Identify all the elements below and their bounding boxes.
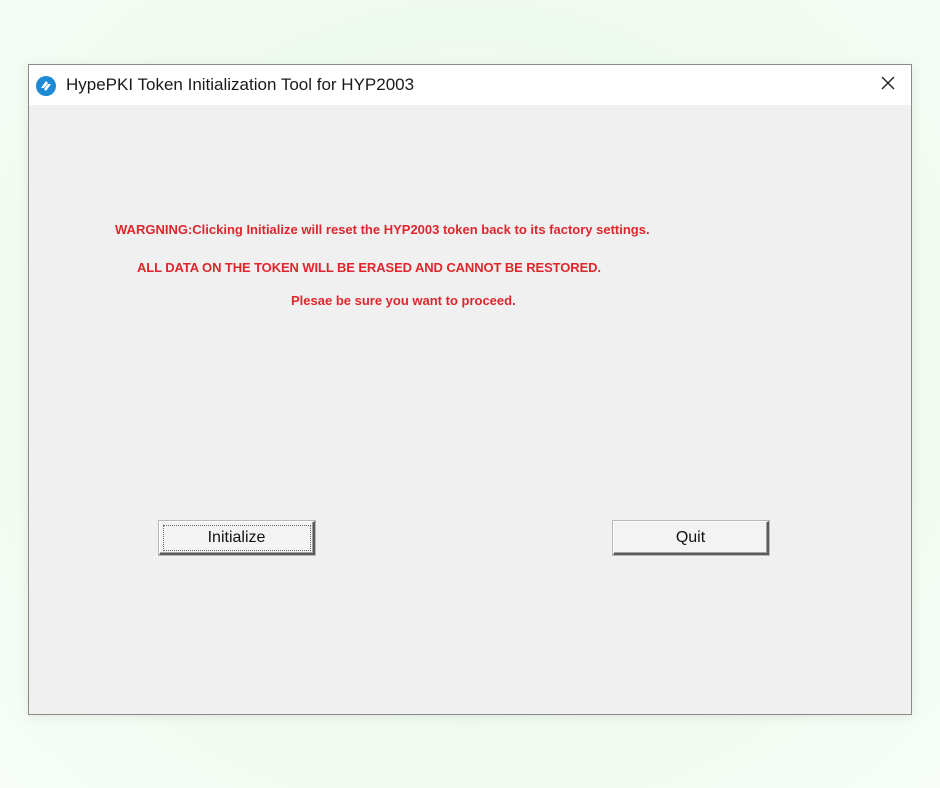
close-button[interactable] (865, 65, 911, 105)
dialog-window: HypePKI Token Initialization Tool for HY… (28, 64, 912, 715)
title-bar[interactable]: HypePKI Token Initialization Tool for HY… (29, 65, 911, 105)
close-icon (880, 75, 896, 96)
dialog-content: WARGNING:Clicking Initialize will reset … (29, 105, 911, 714)
quit-button[interactable]: Quit (613, 521, 769, 555)
hypepki-logo-icon (35, 75, 57, 97)
initialize-button[interactable]: Initialize (159, 521, 315, 555)
warning-line-2: ALL DATA ON THE TOKEN WILL BE ERASED AND… (137, 260, 601, 275)
window-title: HypePKI Token Initialization Tool for HY… (66, 75, 415, 94)
warning-line-1: WARGNING:Clicking Initialize will reset … (115, 222, 650, 237)
warning-line-3: Plesae be sure you want to proceed. (291, 293, 516, 308)
